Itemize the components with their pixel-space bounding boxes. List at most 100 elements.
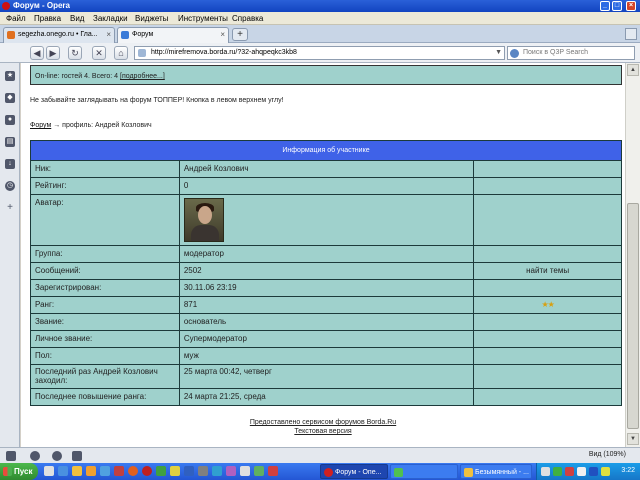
status-bar: Вид (109%) [0, 447, 640, 463]
stop-button[interactable]: ✕ [92, 46, 106, 60]
start-button[interactable]: Пуск [0, 463, 38, 480]
menu-help[interactable]: Справка [232, 14, 263, 23]
quicklaunch-mail-icon[interactable] [86, 466, 96, 476]
page-info-icon[interactable] [138, 49, 146, 57]
tab-forum[interactable]: Форум × [117, 27, 229, 43]
tab-close-icon[interactable]: × [220, 28, 225, 42]
quicklaunch-word-icon[interactable] [184, 466, 194, 476]
tab-segezha[interactable]: segezha.onego.ru • Гла... × [3, 27, 115, 43]
menu-widgets[interactable]: Виджеты [135, 14, 168, 23]
quicklaunch-firefox-icon[interactable] [128, 466, 138, 476]
online-text: On-line: гостей 4. Всего: 4 [35, 73, 120, 80]
address-text: http://mirefremova.borda.ru/?32-ahqpeqkc… [151, 49, 297, 56]
task-opera[interactable]: Форум - Опе... [320, 464, 388, 479]
row-value: 30.11.06 23:19 [178, 279, 475, 297]
bookmarks-panel-icon[interactable]: ★ [5, 71, 15, 81]
unite-panel-icon[interactable]: ● [5, 115, 15, 125]
tray-antivirus-icon[interactable] [565, 467, 574, 476]
quicklaunch-skype-icon[interactable] [212, 466, 222, 476]
back-button[interactable]: ◀ [30, 46, 44, 60]
address-dropdown-icon[interactable]: ▼ [495, 47, 502, 59]
quicklaunch-notepad-icon[interactable] [240, 466, 250, 476]
quicklaunch-misc-icon[interactable] [198, 466, 208, 476]
quicklaunch-media-icon[interactable] [114, 466, 124, 476]
tray-volume-icon[interactable] [577, 467, 586, 476]
start-label: Пуск [14, 467, 33, 476]
add-panel-icon[interactable]: + [5, 203, 15, 213]
text-version-link[interactable]: Текстовая версия [294, 428, 351, 435]
window-title: Форум - Opera [13, 1, 70, 10]
new-tab-button[interactable]: + [232, 28, 248, 41]
taskbar: Пуск Форум - Опе... Безымянный - ... 3:2… [0, 463, 640, 480]
menu-file[interactable]: Файл [6, 14, 26, 23]
row-value: 871 [178, 296, 475, 314]
row-value: Супермодератор [178, 330, 475, 348]
task-app[interactable] [390, 464, 458, 479]
address-field[interactable]: http://mirefremova.borda.ru/?32-ahqpeqkc… [134, 46, 505, 60]
rank-stars-icon: ★★ [473, 296, 622, 314]
menu-bookmarks[interactable]: Закладки [93, 14, 128, 23]
task-label: Форум - Опе... [335, 469, 382, 476]
table-row: Аватар: [30, 194, 622, 246]
panel-toggle-icon[interactable] [6, 451, 16, 461]
quicklaunch-tool-icon[interactable] [170, 466, 180, 476]
row-value: 2502 [178, 262, 475, 280]
scroll-up-icon[interactable]: ▲ [627, 64, 639, 76]
reload-button[interactable]: ↻ [68, 46, 82, 60]
history-panel-icon[interactable]: ◷ [5, 181, 15, 191]
scroll-thumb[interactable] [627, 203, 639, 429]
tray-network-icon[interactable] [541, 467, 550, 476]
vertical-scrollbar[interactable]: ▲ ▼ [625, 63, 640, 447]
search-input[interactable]: Поиск в Q3P Search [507, 46, 635, 60]
search-placeholder: Поиск в Q3P Search [523, 49, 589, 56]
page-content: On-line: гостей 4. Всего: 4 [подробнее..… [21, 63, 625, 447]
quicklaunch-antivirus-icon[interactable] [268, 466, 278, 476]
tray-language-icon[interactable] [589, 467, 598, 476]
menu-tools[interactable]: Инструменты [178, 14, 228, 23]
minimize-button[interactable]: _ [600, 1, 610, 11]
menu-view[interactable]: Вид [70, 14, 84, 23]
quicklaunch-ie-icon[interactable] [58, 466, 68, 476]
close-button[interactable]: × [626, 1, 636, 11]
online-status: On-line: гостей 4. Всего: 4 [подробнее..… [30, 65, 622, 85]
windows-logo-icon [3, 467, 12, 476]
tab-close-icon[interactable]: × [106, 28, 111, 42]
task-paint[interactable]: Безымянный - ... [460, 464, 532, 479]
service-link[interactable]: Предоставлено сервисом форумов Borda.Ru [250, 419, 396, 426]
row-label: Зарегистрирован: [30, 279, 180, 297]
table-row: Личное звание: Супермодератор [30, 330, 622, 348]
search-engine-icon[interactable] [510, 49, 519, 58]
row-label: Пол: [30, 347, 180, 365]
menu-edit[interactable]: Правка [34, 14, 61, 23]
widgets-panel-icon[interactable]: ◆ [5, 93, 15, 103]
tab-label: Форум [132, 31, 154, 38]
downloads-panel-icon[interactable]: ↓ [5, 159, 15, 169]
quicklaunch-icq-icon[interactable] [156, 466, 166, 476]
unite-status-icon[interactable] [52, 451, 62, 461]
turbo-icon[interactable] [30, 451, 40, 461]
side-panel: ★ ◆ ● ▤ ↓ ◷ + [0, 63, 20, 447]
quicklaunch-app-icon[interactable] [100, 466, 110, 476]
opera-task-icon [324, 468, 333, 477]
scroll-down-icon[interactable]: ▼ [627, 433, 639, 445]
quicklaunch-opera-icon[interactable] [142, 466, 152, 476]
tray-icq-icon[interactable] [553, 467, 562, 476]
quicklaunch-player-icon[interactable] [226, 466, 236, 476]
maximize-button[interactable]: □ [612, 1, 622, 11]
notes-panel-icon[interactable]: ▤ [5, 137, 15, 147]
quicklaunch-desktop-icon[interactable] [44, 466, 54, 476]
tray-misc-icon[interactable] [601, 467, 610, 476]
tab-menu-icon[interactable] [625, 28, 637, 40]
breadcrumb-forum-link[interactable]: Форум [30, 122, 51, 129]
quicklaunch-folder-icon[interactable] [72, 466, 82, 476]
row-value: 25 марта 00:42, четверг [178, 364, 475, 389]
quicklaunch-calc-icon[interactable] [254, 466, 264, 476]
forward-button[interactable]: ▶ [46, 46, 60, 60]
avatar [183, 198, 224, 242]
view-settings-icon[interactable] [72, 451, 82, 461]
zoom-level[interactable]: Вид (109%) [589, 451, 626, 458]
home-button[interactable]: ⌂ [114, 46, 128, 60]
paint-task-icon [464, 468, 473, 477]
find-topics-link[interactable]: найти темы [473, 262, 622, 280]
online-details-link[interactable]: [подробнее...] [120, 73, 165, 80]
